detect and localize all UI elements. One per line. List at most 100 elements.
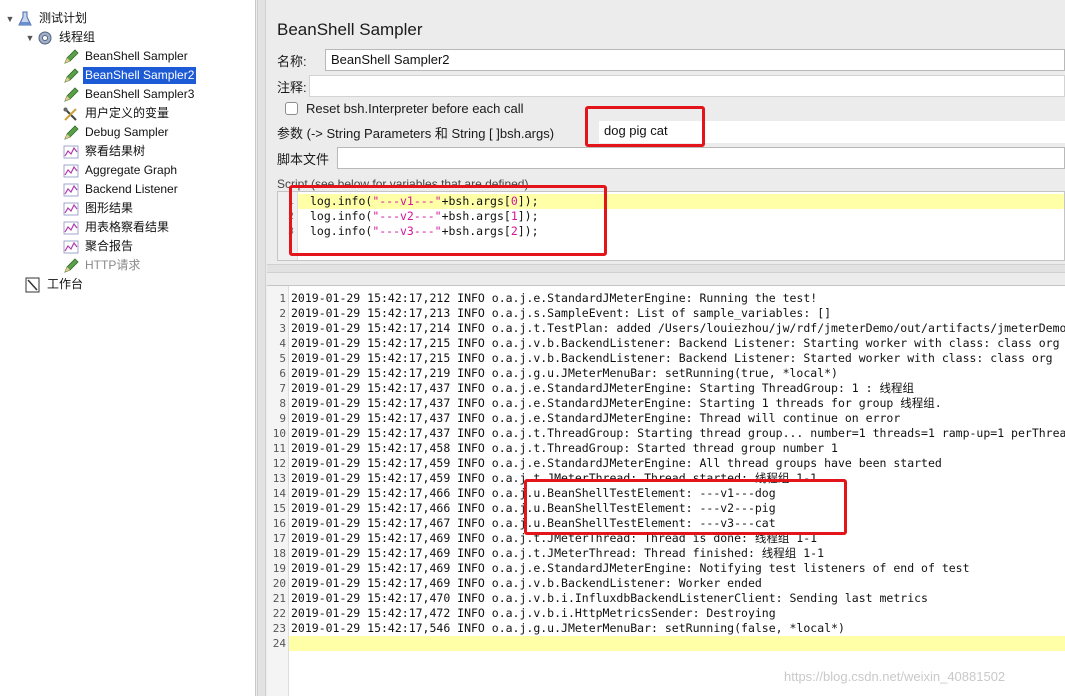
parameters-label: 参数 (-> String Parameters 和 String [ ]bsh…: [277, 125, 555, 141]
log-line: 2019-01-29 15:42:17,459 INFO o.a.j.t.JMe…: [291, 471, 818, 485]
tree-node-label: 线程组: [59, 30, 96, 44]
graph-icon: [63, 202, 79, 215]
parameters-field[interactable]: dog pig cat: [599, 121, 1065, 143]
script-token: "---v1---": [372, 194, 442, 208]
tree-node-item[interactable]: HTTP请求: [62, 256, 142, 275]
script-editor[interactable]: 1 log.info("---v1---"+bsh.args[0]); 2 log.i…: [277, 191, 1065, 261]
log-line: [289, 636, 1065, 651]
tree-node-item[interactable]: 用户定义的变量: [62, 104, 171, 123]
log-line: 2019-01-29 15:42:17,469 INFO o.a.j.t.JMe…: [291, 546, 824, 560]
script-token: 1: [510, 209, 518, 223]
log-viewer[interactable]: 1 2019-01-29 15:42:17,212 INFO o.a.j.e.St…: [267, 285, 1065, 696]
tree-node-label: Debug Sampler: [85, 125, 169, 139]
log-line: 2019-01-29 15:42:17,467 INFO o.a.j.u.Bea…: [291, 516, 776, 530]
reset-interpreter-checkbox[interactable]: [285, 102, 298, 115]
log-line-number: 15: [272, 502, 286, 515]
expand-arrow-icon[interactable]: ▼: [4, 14, 16, 24]
log-line-number: 24: [272, 637, 286, 650]
tree-node-item[interactable]: 察看结果树: [62, 142, 147, 161]
log-line: 2019-01-29 15:42:17,219 INFO o.a.j.g.u.J…: [291, 366, 838, 380]
log-line-number: 9: [279, 412, 286, 425]
log-line: 2019-01-29 15:42:17,215 INFO o.a.j.v.b.B…: [291, 336, 1060, 350]
gear-icon: [38, 31, 52, 44]
horizontal-splitter[interactable]: [267, 264, 1065, 273]
name-field[interactable]: BeanShell Sampler2: [325, 49, 1065, 71]
script-token: log.info(: [310, 224, 373, 238]
script-line: log.info("---v3---"+bsh.args[2]);: [298, 224, 1064, 239]
tree-node-label: Aggregate Graph: [85, 163, 178, 177]
workbench-icon: [25, 277, 40, 292]
tree-node-item[interactable]: Debug Sampler: [62, 123, 170, 142]
reset-interpreter-label: Reset bsh.Interpreter before each call: [306, 101, 524, 116]
script-file-label: 脚本文件: [277, 151, 330, 167]
log-line-number: 10: [272, 427, 286, 440]
log-line-number: 1: [279, 292, 286, 305]
tree-node-workbench[interactable]: 工作台: [24, 275, 85, 294]
log-line: 2019-01-29 15:42:17,470 INFO o.a.j.v.b.i…: [291, 591, 928, 605]
log-line: 2019-01-29 15:42:17,212 INFO o.a.j.e.Sta…: [291, 291, 818, 305]
log-line: 2019-01-29 15:42:17,437 INFO o.a.j.e.Sta…: [291, 381, 915, 395]
graph-icon: [63, 183, 79, 196]
panel-title: BeanShell Sampler: [277, 20, 423, 39]
tree-node-thread-group[interactable]: ▼ 线程组: [24, 28, 97, 47]
tree-node-label: 聚合报告: [85, 239, 134, 253]
pencil-icon: [64, 86, 79, 102]
log-line-number: 8: [279, 397, 286, 410]
tree-node-item[interactable]: Backend Listener: [62, 180, 180, 199]
script-line-number: 2: [287, 211, 294, 222]
log-line: 2019-01-29 15:42:17,215 INFO o.a.j.v.b.B…: [291, 351, 1053, 365]
tools-icon: [63, 107, 77, 121]
log-line-number: 16: [272, 517, 286, 530]
tree-node-item[interactable]: BeanShell Sampler: [62, 47, 190, 66]
log-line: 2019-01-29 15:42:17,469 INFO o.a.j.e.Sta…: [291, 561, 970, 575]
log-line-number: 7: [279, 382, 286, 395]
tree-node-item[interactable]: Aggregate Graph: [62, 161, 179, 180]
pencil-icon: [64, 124, 79, 140]
log-line: 2019-01-29 15:42:17,437 INFO o.a.j.t.Thr…: [291, 426, 1065, 440]
tree-node-label: BeanShell Sampler3: [85, 87, 195, 101]
log-line: 2019-01-29 15:42:17,469 INFO o.a.j.v.b.B…: [291, 576, 762, 590]
log-line-number: 5: [279, 352, 286, 365]
tree-node-label: 测试计划: [39, 11, 88, 25]
log-line-number: 17: [272, 532, 286, 545]
sampler-panel: BeanShell Sampler 名称: BeanShell Sampler2…: [267, 0, 1065, 696]
graph-icon: [63, 145, 79, 158]
vertical-splitter[interactable]: [257, 0, 266, 696]
script-token: ]);: [517, 209, 539, 223]
tree-node-label: 用表格察看结果: [85, 220, 170, 234]
tree-node-item[interactable]: 聚合报告: [62, 237, 135, 256]
tree-node-item[interactable]: BeanShell Sampler3: [62, 85, 196, 104]
log-line: 2019-01-29 15:42:17,458 INFO o.a.j.t.Thr…: [291, 441, 838, 455]
log-line-number: 22: [272, 607, 286, 620]
log-line: 2019-01-29 15:42:17,214 INFO o.a.j.t.Tes…: [291, 321, 1065, 335]
expand-arrow-icon[interactable]: ▼: [24, 33, 36, 43]
tree-node-test-plan[interactable]: ▼ 测试计划: [4, 9, 89, 28]
pencil-icon: [64, 48, 79, 64]
script-line: log.info("---v2---"+bsh.args[1]);: [298, 209, 1064, 224]
log-line-number: 11: [272, 442, 286, 455]
tree-node-label: HTTP请求: [85, 258, 141, 272]
tree-node-label: Backend Listener: [85, 182, 178, 196]
script-file-row: 脚本文件: [277, 147, 1065, 169]
log-line: 2019-01-29 15:42:17,546 INFO o.a.j.g.u.J…: [291, 621, 845, 635]
script-token: ]);: [517, 194, 539, 208]
test-plan-tree[interactable]: ▼ 测试计划 ▼ 线程组 BeanShell Sampler BeanShell …: [0, 0, 256, 696]
tree-node-label: BeanShell Sampler2: [83, 67, 197, 84]
script-token: +bsh.args[: [441, 209, 511, 223]
script-token: 2: [510, 224, 518, 238]
comment-field[interactable]: [309, 75, 1065, 97]
script-line-number: 3: [287, 226, 294, 237]
tree-node-item[interactable]: BeanShell Sampler2: [62, 66, 197, 85]
script-token: log.info(: [310, 209, 373, 223]
log-line: 2019-01-29 15:42:17,466 INFO o.a.j.u.Bea…: [291, 486, 776, 500]
tree-node-item[interactable]: 用表格察看结果: [62, 218, 171, 237]
flask-icon: [18, 11, 32, 25]
name-label: 名称:: [277, 53, 307, 69]
script-line-number: 1: [287, 196, 294, 207]
tree-node-item[interactable]: 图形结果: [62, 199, 135, 218]
script-file-field[interactable]: [337, 147, 1065, 169]
log-line: 2019-01-29 15:42:17,437 INFO o.a.j.e.Sta…: [291, 411, 901, 425]
name-row: 名称: BeanShell Sampler2: [277, 49, 1065, 71]
script-line: log.info("---v1---"+bsh.args[0]);: [298, 194, 1064, 209]
tree-node-label: 用户定义的变量: [85, 106, 170, 120]
